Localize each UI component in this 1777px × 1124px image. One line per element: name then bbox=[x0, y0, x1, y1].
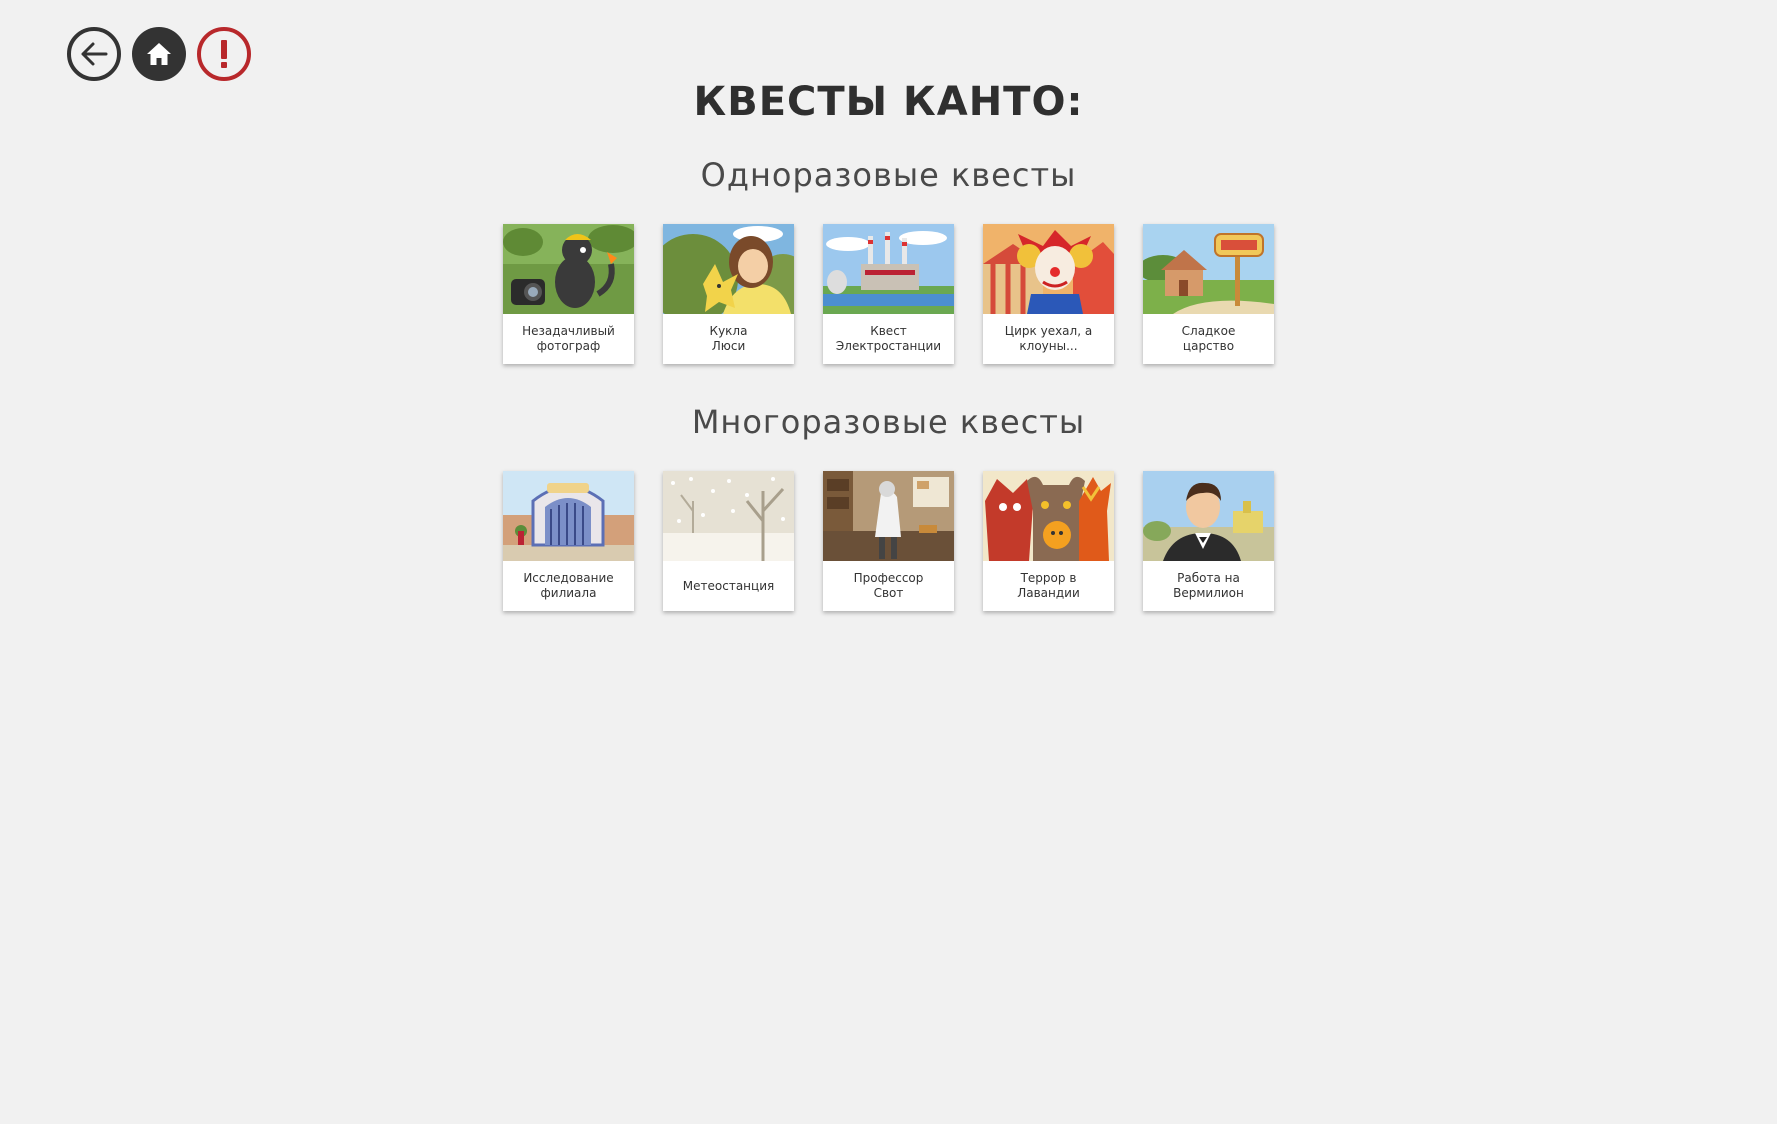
quest-thumbnail-power-plant bbox=[823, 224, 954, 314]
quest-row-repeatable: Исследование филиала Метеостанция Профес… bbox=[503, 471, 1274, 611]
quest-label: Сладкое царство bbox=[1181, 324, 1236, 353]
quest-thumbnail-safari-gate bbox=[503, 471, 634, 561]
arrow-left-icon bbox=[81, 42, 108, 66]
quest-thumbnail-clown bbox=[983, 224, 1114, 314]
home-icon bbox=[147, 43, 171, 65]
quest-card[interactable]: Цирк уехал, а клоуны... bbox=[983, 224, 1114, 364]
quest-thumbnail-girl-with-doll bbox=[663, 224, 794, 314]
section-title-repeatable: Многоразовые квесты bbox=[691, 403, 1086, 441]
page-title: КВЕСТЫ КАНТО: bbox=[693, 79, 1084, 125]
quest-label: Работа на Вермилион bbox=[1173, 571, 1244, 600]
quest-thumbnail-professor-lab bbox=[823, 471, 954, 561]
quest-thumbnail-monsters bbox=[983, 471, 1114, 561]
quest-card[interactable]: Террор в Лавандии bbox=[983, 471, 1114, 611]
quest-card[interactable]: Незадачливый фотограф bbox=[503, 224, 634, 364]
home-button[interactable] bbox=[132, 27, 186, 81]
section-title-one-time: Одноразовые квесты bbox=[700, 156, 1077, 194]
quest-label: Квест Электростанции bbox=[835, 324, 942, 353]
quest-card[interactable]: Сладкое царство bbox=[1143, 224, 1274, 364]
quest-label: Профессор Свот bbox=[853, 571, 924, 600]
quest-label: Исследование филиала bbox=[523, 571, 614, 600]
report-button[interactable] bbox=[197, 27, 251, 81]
quest-card[interactable]: Работа на Вермилион bbox=[1143, 471, 1274, 611]
quest-row-one-time: Незадачливый фотограф Кукла Люси Квест Э… bbox=[503, 224, 1274, 364]
quest-thumbnail-candy-kingdom bbox=[1143, 224, 1274, 314]
quest-card[interactable]: Профессор Свот bbox=[823, 471, 954, 611]
back-button[interactable] bbox=[67, 27, 121, 81]
quest-label: Метеостанция bbox=[682, 578, 775, 593]
quest-thumbnail-photographer bbox=[503, 224, 634, 314]
quest-label: Террор в Лавандии bbox=[1017, 571, 1080, 600]
quest-label: Цирк уехал, а клоуны... bbox=[1004, 324, 1093, 353]
quest-card[interactable]: Метеостанция bbox=[663, 471, 794, 611]
quest-label: Кукла Люси bbox=[709, 324, 748, 353]
exclamation-icon bbox=[221, 40, 227, 68]
quest-card[interactable]: Кукла Люси bbox=[663, 224, 794, 364]
quest-card[interactable]: Квест Электростанции bbox=[823, 224, 954, 364]
top-nav bbox=[67, 27, 251, 81]
quest-card[interactable]: Исследование филиала bbox=[503, 471, 634, 611]
quest-label: Незадачливый фотограф bbox=[522, 324, 615, 353]
quest-thumbnail-snowy-forest bbox=[663, 471, 794, 561]
quest-thumbnail-businessman bbox=[1143, 471, 1274, 561]
